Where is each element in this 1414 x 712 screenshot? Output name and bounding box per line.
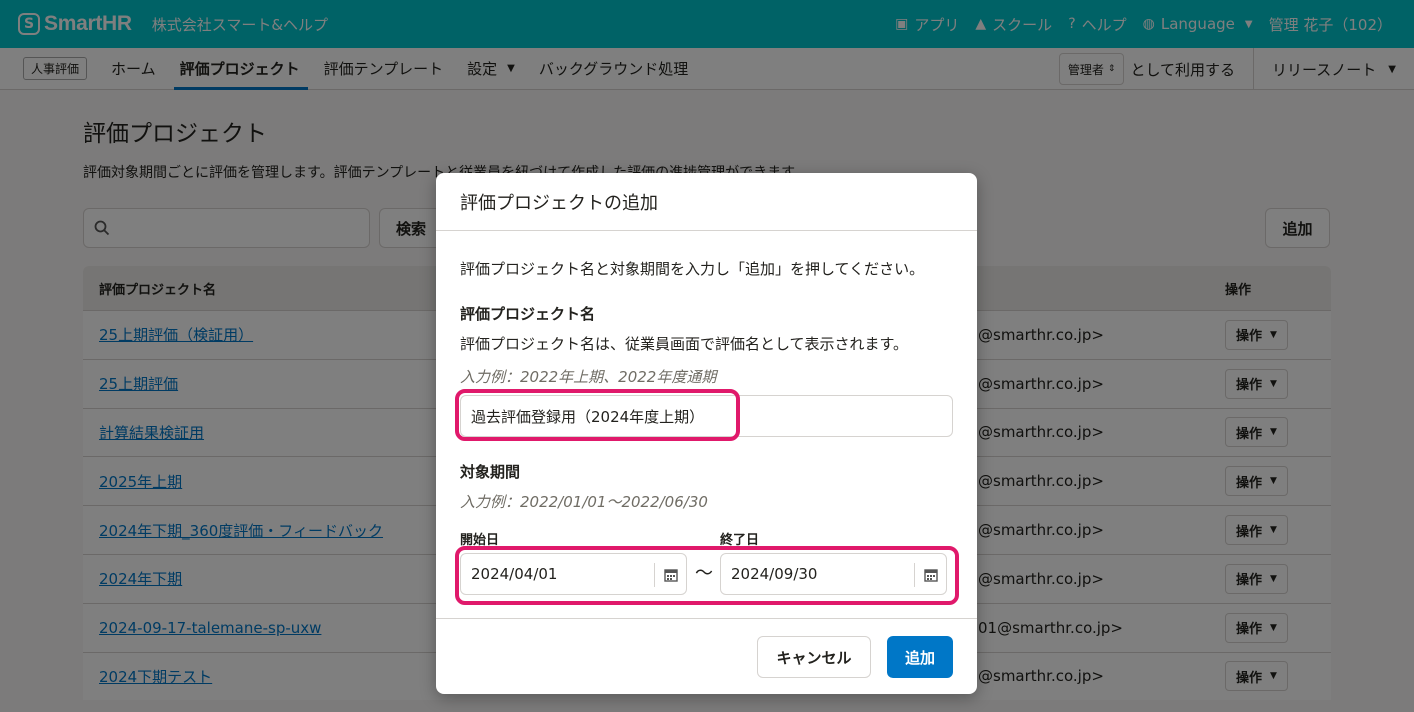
dialog-title: 評価プロジェクトの追加 (436, 173, 977, 231)
highlight-name-input (455, 389, 740, 441)
project-name-label: 評価プロジェクト名 (460, 305, 596, 323)
submit-add-button[interactable]: 追加 (887, 636, 953, 678)
highlight-date-inputs (455, 546, 959, 605)
project-name-example: 入力例：2022年上期、2022年度通期 (460, 368, 717, 386)
cancel-button[interactable]: キャンセル (757, 636, 871, 678)
project-name-help: 評価プロジェクト名は、従業員画面で評価名として表示されます。 (460, 335, 909, 353)
dialog-footer: キャンセル 追加 (436, 618, 977, 694)
period-label: 対象期間 (460, 463, 521, 481)
dialog-instruction: 評価プロジェクト名と対象期間を入力し「追加」を押してください。 (460, 260, 925, 278)
period-example: 入力例：2022/01/01〜2022/06/30 (460, 493, 708, 511)
